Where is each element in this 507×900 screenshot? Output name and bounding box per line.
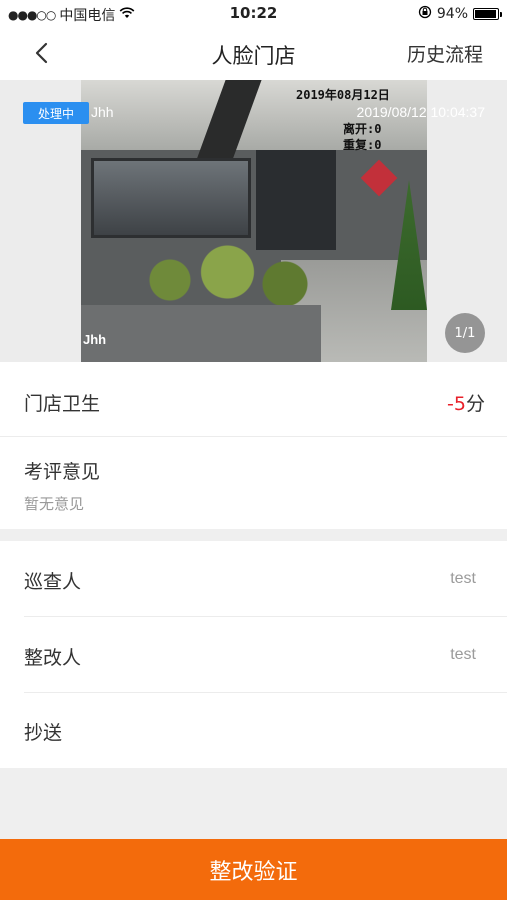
battery-percent: 94% xyxy=(436,6,468,22)
orientation-lock-icon xyxy=(418,5,432,23)
photo-timestamp: 2019/08/12 10:04:37 xyxy=(356,104,485,120)
score-value: -5分 xyxy=(447,389,485,416)
score-unit: 分 xyxy=(465,393,485,415)
status-badge: 处理中 xyxy=(23,102,89,124)
inspector-value: test xyxy=(450,570,476,587)
page-counter: 1/1 xyxy=(445,313,485,353)
status-bar: ●●●○○ 中国电信 10:22 94% xyxy=(0,0,507,28)
inspector-row: 巡查人 test xyxy=(0,541,507,617)
score-number: -5 xyxy=(447,393,466,415)
photo-overlay-author: Jhh xyxy=(83,332,107,347)
rectifier-row: 整改人 test xyxy=(0,617,507,693)
battery-icon xyxy=(473,8,502,20)
history-flow-link[interactable]: 历史流程 xyxy=(407,40,483,67)
photo-overlay-leave: 离开:0 xyxy=(343,122,382,136)
inspector-label: 巡查人 xyxy=(24,571,82,593)
rectifier-value: test xyxy=(450,646,476,663)
cc-row[interactable]: 抄送 xyxy=(0,692,507,768)
comment-value: 暂无意见 xyxy=(24,495,85,513)
score-label: 门店卫生 xyxy=(24,393,101,415)
status-right: 94% xyxy=(418,5,502,23)
back-arrow-icon[interactable] xyxy=(26,38,56,68)
comment-label: 考评意见 xyxy=(24,461,101,483)
photo-author: Jhh xyxy=(91,104,114,120)
comment-section: 考评意见 暂无意见 xyxy=(0,437,507,529)
rectification-verify-button[interactable]: 整改验证 xyxy=(0,839,507,900)
cc-label: 抄送 xyxy=(24,722,63,744)
score-row: 门店卫生 -5分 xyxy=(0,362,507,437)
photo-overlay-date: 2019年08月12日 xyxy=(296,88,390,102)
store-photo[interactable]: 2019年08月12日 离开:0 重复:0 Jhh xyxy=(81,80,427,362)
navigation-bar: 人脸门店 历史流程 xyxy=(0,28,507,80)
rectifier-label: 整改人 xyxy=(24,647,82,669)
people-section: 巡查人 test 整改人 test 抄送 xyxy=(0,541,507,768)
photo-overlay-repeat: 重复:0 xyxy=(343,138,382,152)
